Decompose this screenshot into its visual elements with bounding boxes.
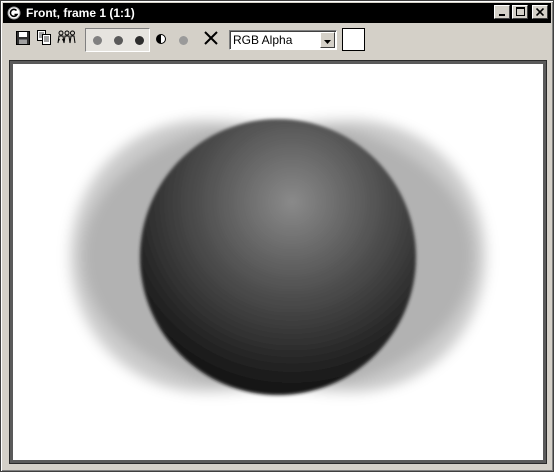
red-channel-dot-icon xyxy=(92,35,102,45)
3ds-max-logo-icon[interactable] xyxy=(6,5,22,21)
clone-people-icon xyxy=(57,30,76,50)
sphere xyxy=(140,119,416,395)
x-clear-icon xyxy=(204,30,218,50)
dropdown-arrow-button[interactable] xyxy=(320,32,335,48)
maximize-icon xyxy=(515,3,525,21)
minimize-button[interactable] xyxy=(494,5,510,19)
red-channel-button[interactable] xyxy=(87,29,107,51)
blue-channel-dot-icon xyxy=(134,35,144,45)
chevron-down-icon xyxy=(324,31,331,49)
close-icon xyxy=(535,3,545,21)
clone-window-button[interactable] xyxy=(56,29,76,51)
window-title: Front, frame 1 (1:1) xyxy=(26,6,135,20)
green-channel-button[interactable] xyxy=(108,29,128,51)
floppy-disk-icon xyxy=(16,30,30,50)
monochrome-button[interactable] xyxy=(173,29,193,51)
save-image-button[interactable] xyxy=(13,29,33,51)
toolbar: RGB Alpha xyxy=(3,25,551,55)
channel-display-select[interactable]: RGB Alpha xyxy=(229,30,337,50)
gray-dot-icon xyxy=(178,35,188,45)
title-bar[interactable]: Front, frame 1 (1:1) xyxy=(3,3,551,23)
alpha-channel-button[interactable] xyxy=(151,29,171,51)
channel-display-value: RGB Alpha xyxy=(233,33,293,47)
clear-button[interactable] xyxy=(201,29,221,51)
rendered-frame-window: Front, frame 1 (1:1) RGB Alpha xyxy=(0,0,554,472)
green-channel-dot-icon xyxy=(113,35,123,45)
half-circle-alpha-icon xyxy=(156,31,166,49)
viewport-frame xyxy=(9,60,547,464)
copy-image-button[interactable] xyxy=(34,29,54,51)
close-button[interactable] xyxy=(532,5,548,19)
maximize-button[interactable] xyxy=(512,5,528,19)
rendered-image[interactable] xyxy=(13,64,543,460)
color-swatch[interactable] xyxy=(342,28,365,51)
copy-icon xyxy=(36,30,52,50)
minimize-icon xyxy=(498,3,506,21)
blue-channel-button[interactable] xyxy=(129,29,149,51)
